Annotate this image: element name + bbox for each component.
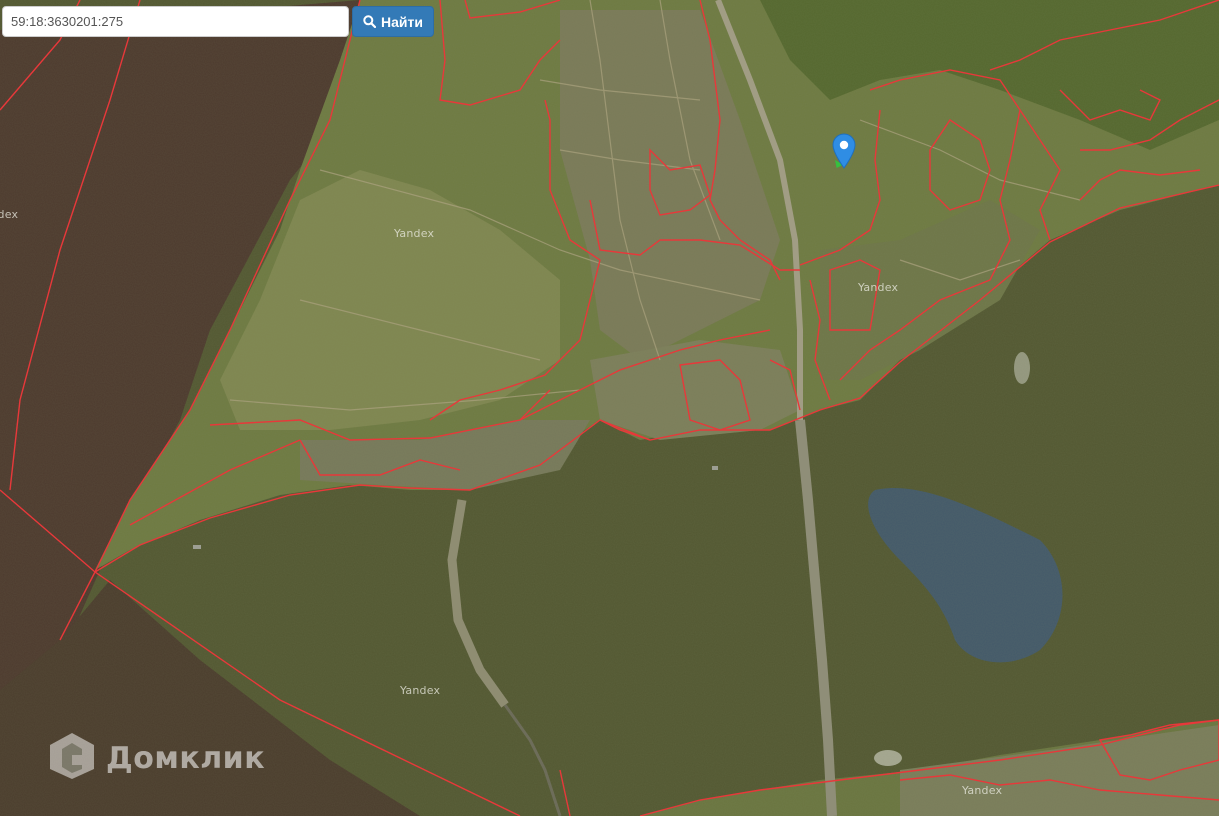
map-watermark: Yandex — [400, 684, 441, 697]
map-watermark: Yandex — [394, 227, 435, 240]
search-icon — [363, 15, 376, 28]
search-button-label: Найти — [381, 13, 423, 30]
brand-logo: Домклик — [48, 731, 265, 786]
map-watermark: Yandex — [858, 281, 899, 294]
cloud — [1014, 352, 1030, 384]
map-watermark: Yandex — [0, 208, 19, 221]
satellite-map[interactable] — [0, 0, 1219, 816]
domclick-logo-icon — [48, 731, 96, 786]
ship — [193, 545, 201, 549]
map-watermark: Yandex — [962, 784, 1003, 797]
map-pin-icon[interactable] — [832, 133, 856, 174]
ship — [712, 466, 718, 470]
cloud — [874, 750, 902, 766]
search-input[interactable] — [2, 6, 349, 37]
search-button[interactable]: Найти — [352, 6, 434, 37]
search-bar: Найти — [2, 6, 434, 37]
brand-name: Домклик — [106, 741, 266, 776]
